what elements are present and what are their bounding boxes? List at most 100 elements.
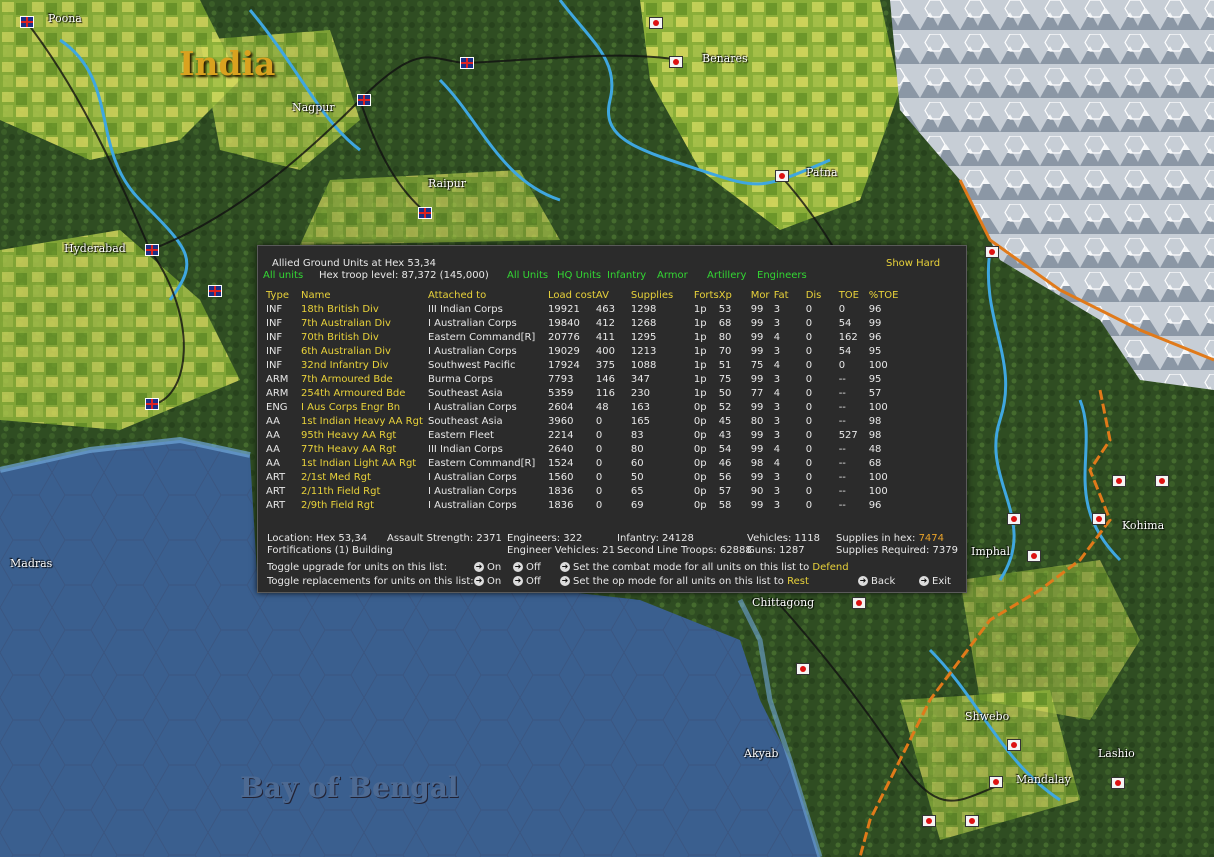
combat-mode-row[interactable]: ➜ Set the combat mode for all units on th… [560,562,849,573]
unit-row[interactable]: ARM 7th Armoured Bde Burma Corps 7793 146 347… [266,373,899,387]
all-units-filter[interactable]: All units [263,270,303,281]
filter-infantry[interactable]: Infantry [607,270,646,281]
col-supplies[interactable]: Supplies [631,289,694,303]
unit-row[interactable]: AA 77th Heavy AA Rgt III Indian Corps 2640 0… [266,443,899,457]
unit-name[interactable]: 1st Indian Light AA Rgt [301,457,428,471]
allied-unit-marker[interactable] [418,207,432,219]
upgrade-on-button[interactable]: ➜ On [474,562,501,573]
city-label-kohima[interactable]: Kohima [1122,519,1164,532]
allied-unit-marker[interactable] [145,244,159,256]
replacements-on-button[interactable]: ➜ On [474,576,501,587]
japanese-unit-marker[interactable] [965,815,979,827]
unit-name[interactable]: 2/11th Field Rgt [301,485,428,499]
combat-mode-value[interactable]: Defend [812,562,848,573]
japanese-unit-marker[interactable] [1007,739,1021,751]
unit-row[interactable]: ART 2/11th Field Rgt I Australian Corps 183… [266,485,899,499]
japanese-unit-marker[interactable] [649,17,663,29]
col-toe[interactable]: TOE [839,289,869,303]
japanese-unit-marker[interactable] [1092,513,1106,525]
op-mode-row[interactable]: ➜ Set the op mode for all units on this l… [560,576,809,587]
japanese-unit-marker[interactable] [775,170,789,182]
unit-name[interactable]: 77th Heavy AA Rgt [301,443,428,457]
japanese-unit-marker[interactable] [852,597,866,609]
col-pct-toe[interactable]: %TOE [869,289,899,303]
unit-name[interactable]: 2/9th Field Rgt [301,499,428,513]
japanese-unit-marker[interactable] [985,246,999,258]
city-label-hyderabad[interactable]: Hyderabad [64,242,126,255]
japanese-unit-marker[interactable] [669,56,683,68]
unit-row[interactable]: INF 6th Australian Div I Australian Corps 1… [266,345,899,359]
city-label-nagpur[interactable]: Nagpur [292,101,335,114]
japanese-unit-marker[interactable] [922,815,936,827]
col-mor[interactable]: Mor [751,289,774,303]
filter-engineers[interactable]: Engineers [757,270,807,281]
allied-unit-marker[interactable] [460,57,474,69]
unit-row[interactable]: INF 7th Australian Div I Australian Corps 1… [266,317,899,331]
filter-all-units[interactable]: All Units [507,270,548,281]
japanese-unit-marker[interactable] [1112,475,1126,487]
col-type[interactable]: Type [266,289,301,303]
city-label-akyab[interactable]: Akyab [744,747,778,760]
col-load-cost[interactable]: Load cost [548,289,596,303]
city-label-patna[interactable]: Patna [806,166,838,179]
col-av[interactable]: AV [596,289,631,303]
unit-row[interactable]: AA 1st Indian Light AA Rgt Eastern Command… [266,457,899,471]
unit-name[interactable]: 70th British Div [301,331,428,345]
unit-row[interactable]: AA 1st Indian Heavy AA Rgt Southeast Asia 3… [266,415,899,429]
city-label-mandalay[interactable]: Mandalay [1016,773,1071,786]
unit-row[interactable]: INF 18th British Div III Indian Corps 19921… [266,303,899,317]
japanese-unit-marker[interactable] [1111,777,1125,789]
unit-name[interactable]: 1st Indian Heavy AA Rgt [301,415,428,429]
unit-xp: 52 [718,402,732,413]
japanese-unit-marker[interactable] [1155,475,1169,487]
filter-artillery[interactable]: Artillery [707,270,746,281]
unit-name[interactable]: 7th Armoured Bde [301,373,428,387]
city-label-imphal[interactable]: Imphal [971,545,1010,558]
unit-row[interactable]: ENG I Aus Corps Engr Bn I Australian Corps… [266,401,899,415]
unit-name[interactable]: 254th Armoured Bde [301,387,428,401]
japanese-unit-marker[interactable] [796,663,810,675]
city-label-poona[interactable]: Poona [48,12,82,25]
allied-unit-marker[interactable] [208,285,222,297]
back-button[interactable]: ➜ Back [858,576,895,587]
unit-row[interactable]: ART 2/9th Field Rgt I Australian Corps 1836… [266,499,899,513]
filter-armor[interactable]: Armor [657,270,688,281]
city-label-benares[interactable]: Benares [702,52,748,65]
unit-row[interactable]: ART 2/1st Med Rgt I Australian Corps 1560 0 5… [266,471,899,485]
exit-button[interactable]: ➜ Exit [919,576,951,587]
unit-name[interactable]: 7th Australian Div [301,317,428,331]
city-label-lashio[interactable]: Lashio [1098,747,1135,760]
unit-row[interactable]: ARM 254th Armoured Bde Southeast Asia 5359 1… [266,387,899,401]
col-xp[interactable]: Xp [719,289,751,303]
filter-hq-units[interactable]: HQ Units [557,270,601,281]
unit-row[interactable]: INF 32nd Infantry Div Southwest Pacific 179… [266,359,899,373]
city-label-madras[interactable]: Madras [10,557,52,570]
japanese-unit-marker[interactable] [1027,550,1041,562]
unit-name[interactable]: 95th Heavy AA Rgt [301,429,428,443]
unit-row[interactable]: AA 95th Heavy AA Rgt Eastern Fleet 2214 0 83 0… [266,429,899,443]
upgrade-off-button[interactable]: ➜ Off [513,562,541,573]
col-name[interactable]: Name [301,289,428,303]
allied-unit-marker[interactable] [357,94,371,106]
allied-unit-marker[interactable] [20,16,34,28]
unit-name[interactable]: I Aus Corps Engr Bn [301,401,428,415]
show-hard-button[interactable]: Show Hard [886,258,940,269]
japanese-unit-marker[interactable] [989,776,1003,788]
unit-name[interactable]: 2/1st Med Rgt [301,471,428,485]
op-mode-value[interactable]: Rest [787,576,809,587]
city-label-shwebo[interactable]: Shwebo [965,710,1009,723]
unit-forts: 1p [693,332,707,343]
city-label-chittagong[interactable]: Chittagong [752,596,814,609]
unit-row[interactable]: INF 70th British Div Eastern Command[R] 207… [266,331,899,345]
unit-name[interactable]: 18th British Div [301,303,428,317]
city-label-raipur[interactable]: Raipur [428,177,466,190]
unit-name[interactable]: 6th Australian Div [301,345,428,359]
unit-name[interactable]: 32nd Infantry Div [301,359,428,373]
col-attached[interactable]: Attached to [428,289,548,303]
col-forts[interactable]: Forts [694,289,719,303]
japanese-unit-marker[interactable] [1007,513,1021,525]
col-fat[interactable]: Fat [774,289,806,303]
col-dis[interactable]: Dis [806,289,839,303]
replacements-off-button[interactable]: ➜ Off [513,576,541,587]
allied-unit-marker[interactable] [145,398,159,410]
